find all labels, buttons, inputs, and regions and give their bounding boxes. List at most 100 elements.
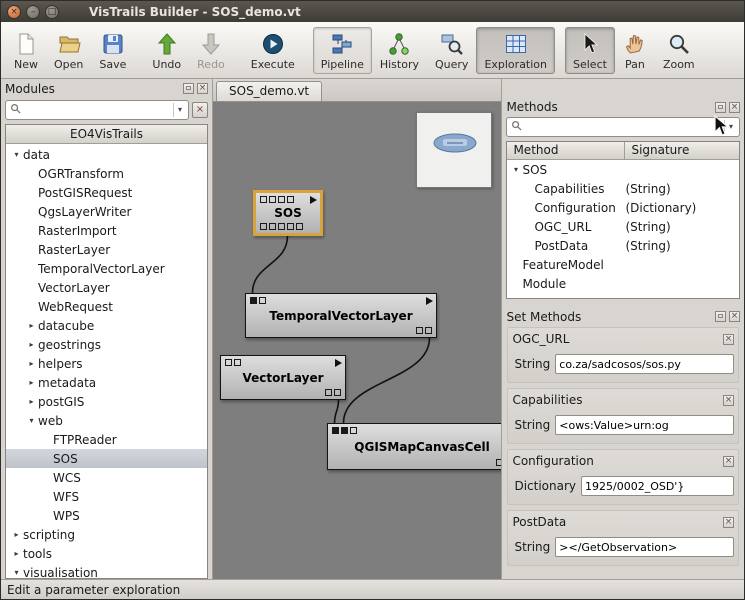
module-QGISMapCanvasCell[interactable]: QGISMapCanvasCell bbox=[327, 423, 501, 470]
methods-column-signature[interactable]: Signature bbox=[625, 142, 739, 159]
param-value-input[interactable] bbox=[581, 476, 734, 496]
input-port[interactable] bbox=[225, 359, 232, 366]
pipeline-button[interactable]: Pipeline bbox=[313, 27, 372, 74]
pipeline-navigator[interactable] bbox=[416, 112, 492, 188]
window-minimize-button[interactable]: – bbox=[26, 5, 40, 19]
pipeline-canvas[interactable]: SOSTemporalVectorLayerVectorLayerQGISMap… bbox=[213, 102, 501, 579]
tree-item-datacube[interactable]: ▸datacube bbox=[6, 316, 207, 335]
tree-item-RasterLayer[interactable]: RasterLayer bbox=[6, 240, 207, 259]
tree-item-WFS[interactable]: WFS bbox=[6, 487, 207, 506]
modules-root-header[interactable]: EO4VisTrails bbox=[6, 125, 207, 144]
module-TemporalVectorLayer[interactable]: TemporalVectorLayer bbox=[245, 293, 437, 338]
remove-method-icon[interactable]: × bbox=[723, 517, 734, 528]
methods-panel-float-icon[interactable] bbox=[715, 102, 726, 113]
input-port[interactable] bbox=[332, 427, 339, 434]
methods-column-method[interactable]: Method bbox=[507, 142, 625, 159]
tree-item-WPS[interactable]: WPS bbox=[6, 506, 207, 525]
tree-item-WCS[interactable]: WCS bbox=[6, 468, 207, 487]
input-port[interactable] bbox=[250, 297, 257, 304]
modules-panel-close-icon[interactable]: × bbox=[197, 83, 208, 94]
input-port[interactable] bbox=[259, 297, 266, 304]
modules-panel-float-icon[interactable] bbox=[183, 83, 194, 94]
output-port[interactable] bbox=[287, 223, 294, 230]
input-port[interactable] bbox=[341, 427, 348, 434]
method-row-OGC_URL[interactable]: OGC_URL(String) bbox=[507, 217, 739, 236]
output-port[interactable] bbox=[416, 327, 423, 334]
tree-item-web[interactable]: ▾web bbox=[6, 411, 207, 430]
param-value-input[interactable] bbox=[555, 537, 734, 557]
output-port[interactable] bbox=[278, 223, 285, 230]
tree-right-arrow-icon[interactable]: ▸ bbox=[10, 549, 23, 558]
tree-item-scripting[interactable]: ▸scripting bbox=[6, 525, 207, 544]
connection-VectorLayer-to-QGISMapCanvasCell[interactable] bbox=[335, 400, 339, 423]
titlebar[interactable]: × – □ VisTrails Builder - SOS_demo.vt bbox=[1, 1, 744, 22]
modules-search-dropdown-icon[interactable]: ▾ bbox=[173, 103, 186, 117]
tree-item-visualisation[interactable]: ▾visualisation bbox=[6, 563, 207, 578]
tree-item-tools[interactable]: ▸tools bbox=[6, 544, 207, 563]
input-port[interactable] bbox=[234, 359, 241, 366]
tree-item-TemporalVectorLayer[interactable]: TemporalVectorLayer bbox=[6, 259, 207, 278]
tree-right-arrow-icon[interactable]: ▸ bbox=[10, 530, 23, 539]
output-port[interactable] bbox=[325, 389, 332, 396]
tree-right-arrow-icon[interactable]: ▸ bbox=[25, 397, 38, 406]
tree-item-OGRTransform[interactable]: OGRTransform bbox=[6, 164, 207, 183]
tree-down-arrow-icon[interactable]: ▾ bbox=[509, 165, 522, 174]
tree-right-arrow-icon[interactable]: ▸ bbox=[25, 321, 38, 330]
output-port[interactable] bbox=[334, 389, 341, 396]
tree-right-arrow-icon[interactable]: ▸ bbox=[25, 340, 38, 349]
connection-SOS-to-TemporalVectorLayer[interactable] bbox=[253, 236, 288, 293]
param-value-input[interactable] bbox=[555, 415, 734, 435]
methods-search-input[interactable] bbox=[522, 121, 724, 134]
tree-item-data[interactable]: ▾data bbox=[6, 145, 207, 164]
tree-item-WebRequest[interactable]: WebRequest bbox=[6, 297, 207, 316]
history-button[interactable]: History bbox=[372, 27, 427, 74]
tree-item-SOS[interactable]: SOS bbox=[6, 449, 207, 468]
input-port[interactable] bbox=[278, 196, 285, 203]
tree-down-arrow-icon[interactable]: ▾ bbox=[10, 150, 23, 159]
pipeline-tab[interactable]: SOS_demo.vt bbox=[216, 81, 322, 101]
tree-down-arrow-icon[interactable]: ▾ bbox=[10, 568, 23, 577]
modules-search-box[interactable]: ▾ bbox=[5, 100, 189, 120]
window-maximize-button[interactable]: □ bbox=[45, 5, 59, 19]
tree-item-metadata[interactable]: ▸metadata bbox=[6, 373, 207, 392]
output-port[interactable] bbox=[269, 223, 276, 230]
param-value-input[interactable] bbox=[555, 354, 734, 374]
window-close-button[interactable]: × bbox=[7, 5, 21, 19]
method-row-FeatureModel[interactable]: FeatureModel bbox=[507, 255, 739, 274]
input-port[interactable] bbox=[269, 196, 276, 203]
method-row-Capabilities[interactable]: Capabilities(String) bbox=[507, 179, 739, 198]
method-row-PostData[interactable]: PostData(String) bbox=[507, 236, 739, 255]
tree-item-VectorLayer[interactable]: VectorLayer bbox=[6, 278, 207, 297]
pan-button[interactable]: Pan bbox=[615, 27, 655, 74]
tree-right-arrow-icon[interactable]: ▸ bbox=[25, 378, 38, 387]
save-button[interactable]: Save bbox=[91, 27, 134, 74]
undo-button[interactable]: Undo bbox=[144, 27, 189, 74]
set-methods-panel-close-icon[interactable]: × bbox=[729, 311, 740, 322]
modules-search-input[interactable] bbox=[21, 104, 173, 117]
module-menu-arrow-icon[interactable] bbox=[426, 297, 433, 305]
execute-button[interactable]: Execute bbox=[243, 27, 303, 74]
output-port[interactable] bbox=[496, 459, 501, 466]
output-port[interactable] bbox=[425, 327, 432, 334]
connection-TemporalVectorLayer-to-QGISMapCanvasCell[interactable] bbox=[344, 338, 430, 423]
modules-search-clear-button[interactable]: × bbox=[192, 102, 208, 118]
input-port[interactable] bbox=[260, 196, 267, 203]
input-port[interactable] bbox=[287, 196, 294, 203]
tree-item-RasterImport[interactable]: RasterImport bbox=[6, 221, 207, 240]
output-port[interactable] bbox=[296, 223, 303, 230]
tree-item-QgsLayerWriter[interactable]: QgsLayerWriter bbox=[6, 202, 207, 221]
tree-item-FTPReader[interactable]: FTPReader bbox=[6, 430, 207, 449]
methods-panel-close-icon[interactable]: × bbox=[729, 102, 740, 113]
tree-item-helpers[interactable]: ▸helpers bbox=[6, 354, 207, 373]
redo-button[interactable]: Redo bbox=[189, 27, 233, 74]
output-port[interactable] bbox=[260, 223, 267, 230]
open-button[interactable]: Open bbox=[46, 27, 91, 74]
method-row-SOS[interactable]: ▾SOS bbox=[507, 160, 739, 179]
select-button[interactable]: Select bbox=[565, 27, 615, 74]
input-port[interactable] bbox=[350, 427, 357, 434]
remove-method-icon[interactable]: × bbox=[723, 395, 734, 406]
module-VectorLayer[interactable]: VectorLayer bbox=[220, 355, 346, 400]
module-menu-arrow-icon[interactable] bbox=[335, 359, 342, 367]
new-button[interactable]: New bbox=[6, 27, 46, 74]
tree-item-PostGISRequest[interactable]: PostGISRequest bbox=[6, 183, 207, 202]
